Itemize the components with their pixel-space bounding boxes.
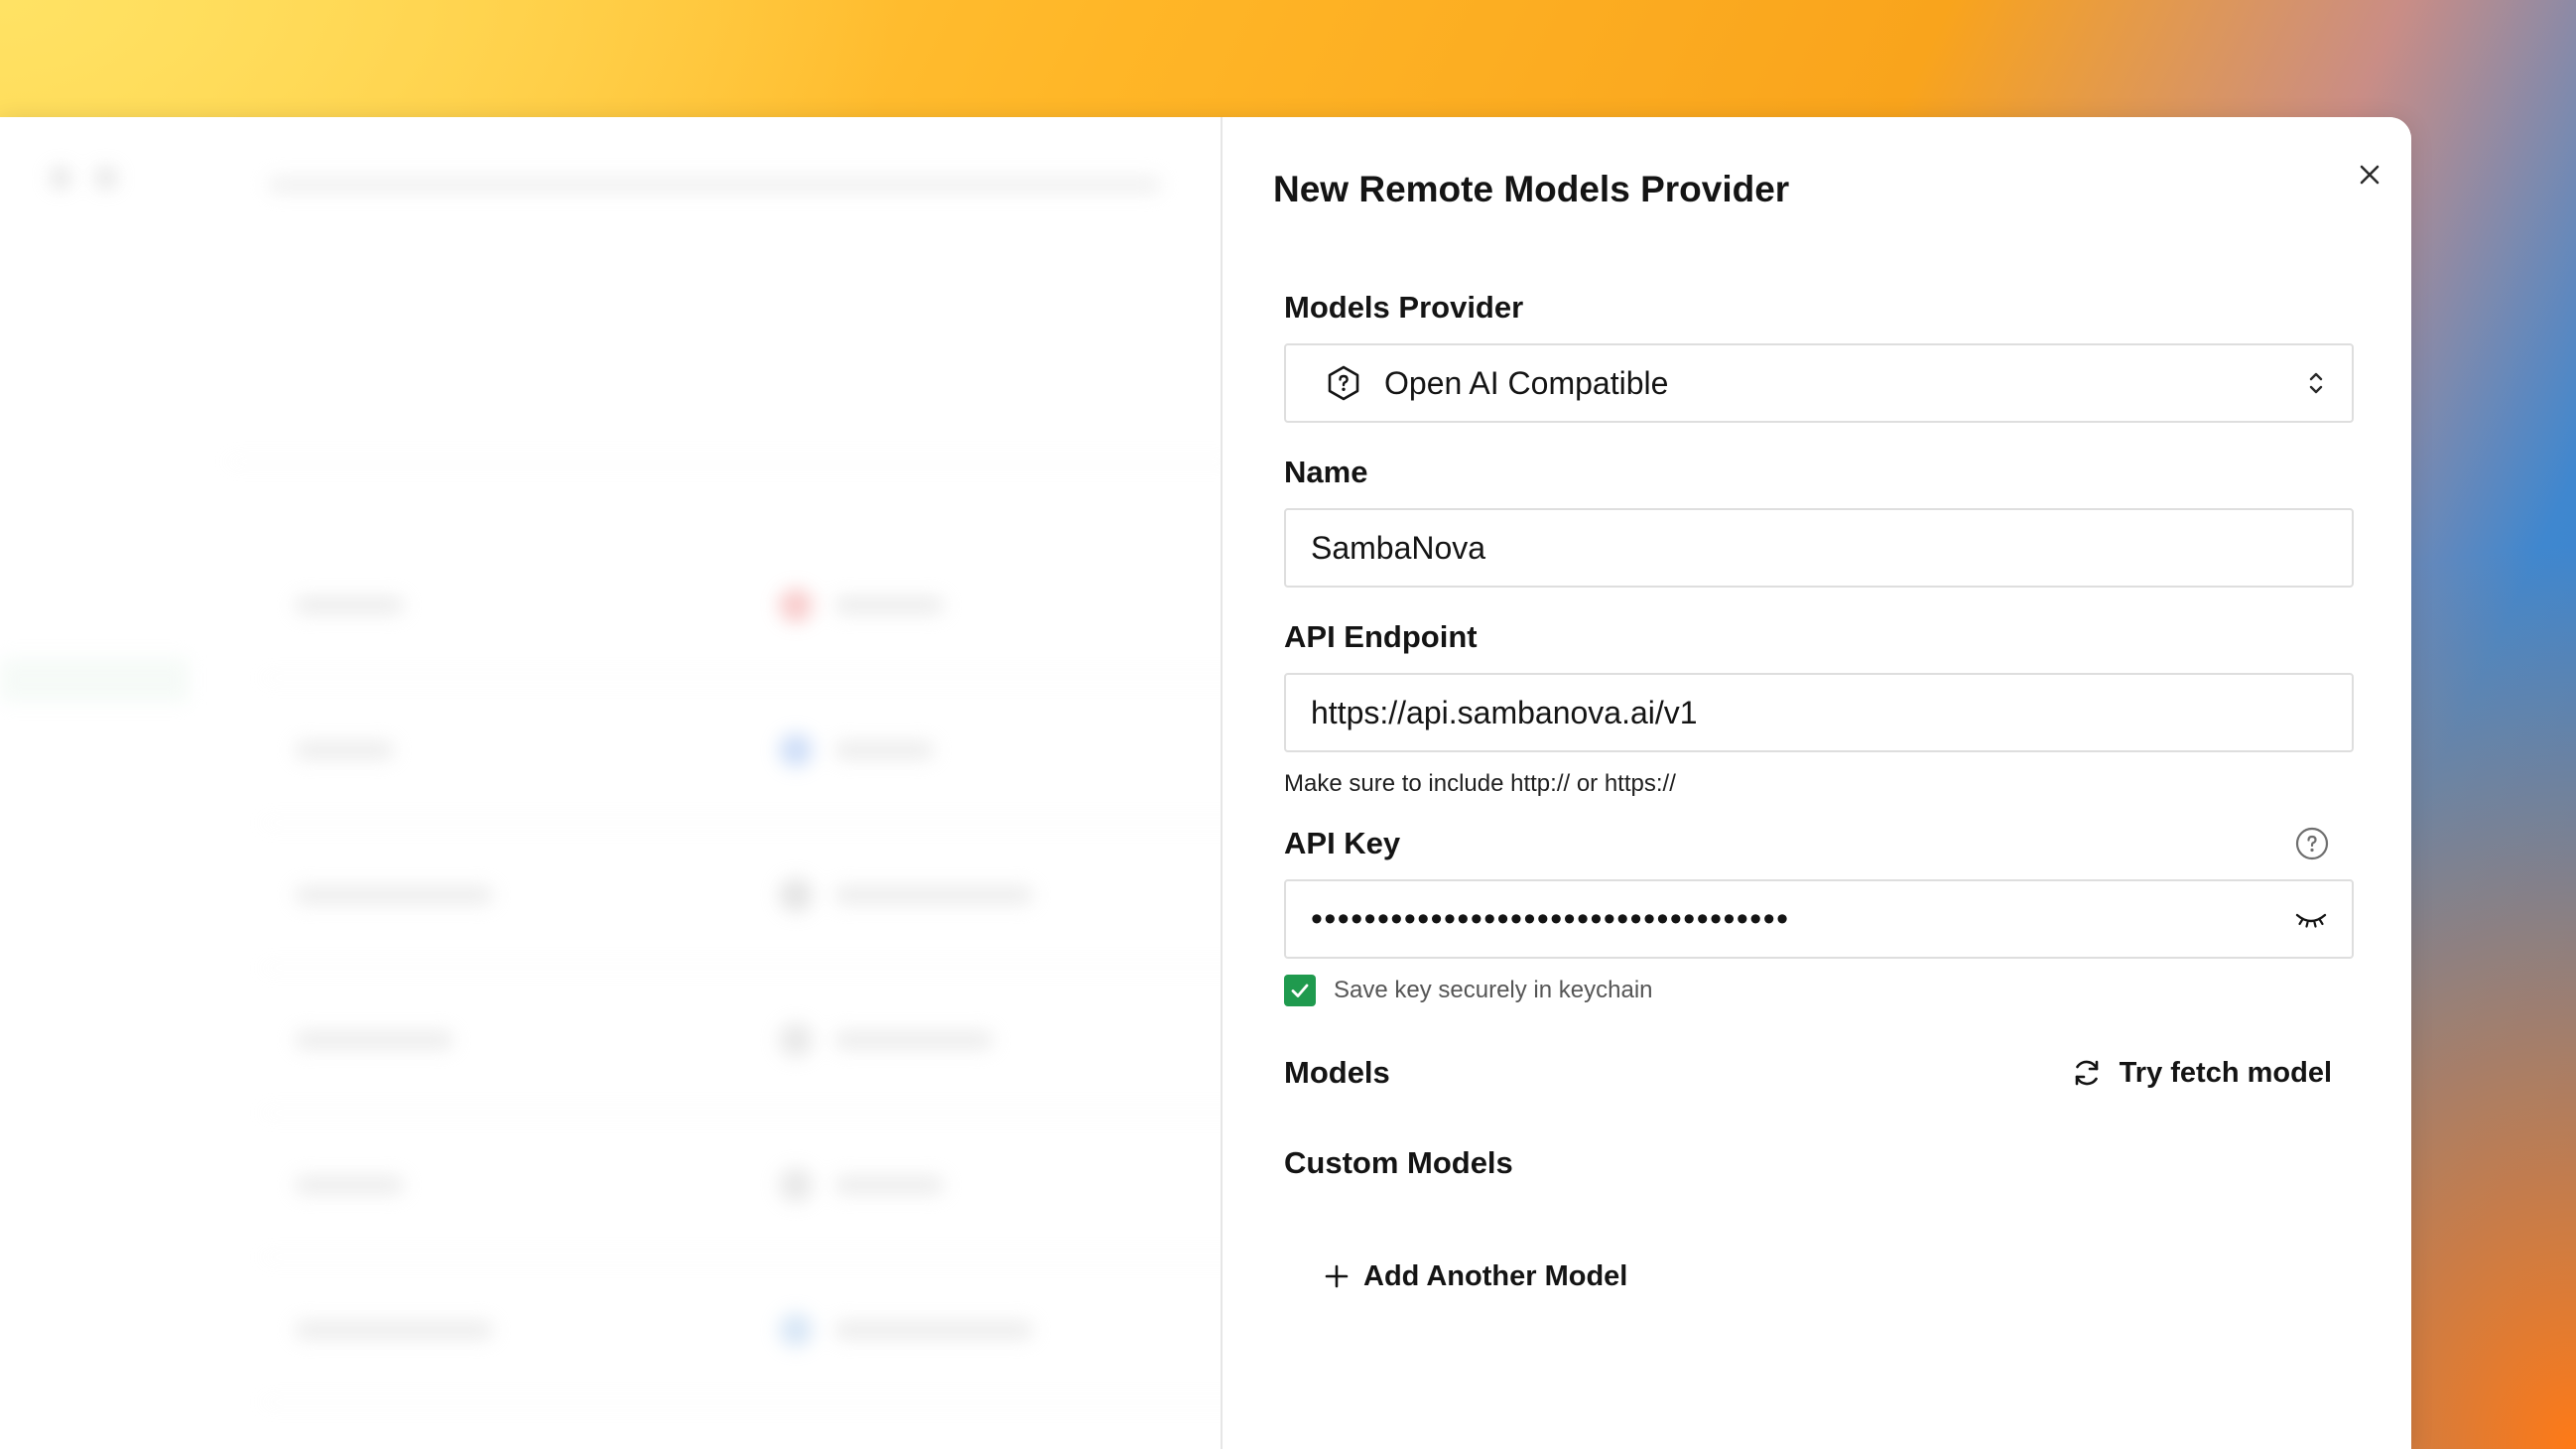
window-controls [50,167,117,189]
background-table [263,534,1255,1403]
background-row [263,969,1255,1114]
new-provider-sheet: New Remote Models Provider Models Provid… [1221,117,2411,1449]
background-content [0,117,1255,1449]
eye-closed-icon[interactable] [2294,909,2328,929]
provider-select[interactable]: Open AI Compatible [1284,343,2354,423]
background-row [263,534,1255,679]
endpoint-helper-text: Make sure to include http:// or https:// [1284,770,1676,797]
save-key-checkbox[interactable] [1284,975,1316,1006]
check-icon [1291,984,1309,997]
try-fetch-model-button[interactable]: Try fetch model [2070,1056,2332,1090]
api-key-label: API Key [1284,826,1401,860]
background-toolbar [268,177,1161,193]
name-input[interactable]: SambaNova [1284,508,2354,588]
name-input-value: SambaNova [1311,529,1486,566]
chevron-up-down-icon [2309,372,2323,394]
api-key-input[interactable]: •••••••••••••••••••••••••••••••••••• [1284,879,2354,959]
name-label: Name [1284,455,1368,489]
provider-label: Models Provider [1284,290,1524,325]
save-key-label: Save key securely in keychain [1334,977,1653,1003]
endpoint-input[interactable]: https://api.sambanova.ai/v1 [1284,673,2354,752]
endpoint-label: API Endpoint [1284,619,1478,654]
close-button[interactable] [2348,153,2391,197]
endpoint-input-value: https://api.sambanova.ai/v1 [1311,694,1698,730]
provider-select-value: Open AI Compatible [1384,364,1669,401]
help-circle-icon[interactable] [2294,826,2330,861]
models-header: Models Try fetch model [1284,1048,2354,1098]
background-row [263,824,1255,969]
plus-icon [1325,1264,1349,1288]
background-row [263,1258,1255,1403]
add-another-model-button[interactable]: Add Another Model [1324,1252,2354,1300]
hexagon-question-icon [1328,365,1359,401]
provider-form: Models Provider Open AI Compatible Name … [1284,286,2354,1300]
background-sidebar-item [0,658,189,702]
background-row [263,1114,1255,1258]
try-fetch-model-label: Try fetch model [2119,1056,2332,1089]
custom-models-label: Custom Models [1284,1145,1513,1180]
background-row [263,679,1255,824]
close-icon [2360,165,2380,185]
sheet-title: New Remote Models Provider [1273,169,1790,209]
add-another-model-label: Add Another Model [1363,1259,1628,1292]
api-key-masked-value: •••••••••••••••••••••••••••••••••••• [1311,902,1790,936]
background-divider [228,461,1230,462]
app-window: New Remote Models Provider Models Provid… [0,117,2411,1449]
refresh-icon [2075,1060,2098,1086]
models-label: Models [1284,1055,1390,1090]
api-key-header: API Key [1284,822,2354,865]
save-key-row: Save key securely in keychain [1284,975,2354,1006]
